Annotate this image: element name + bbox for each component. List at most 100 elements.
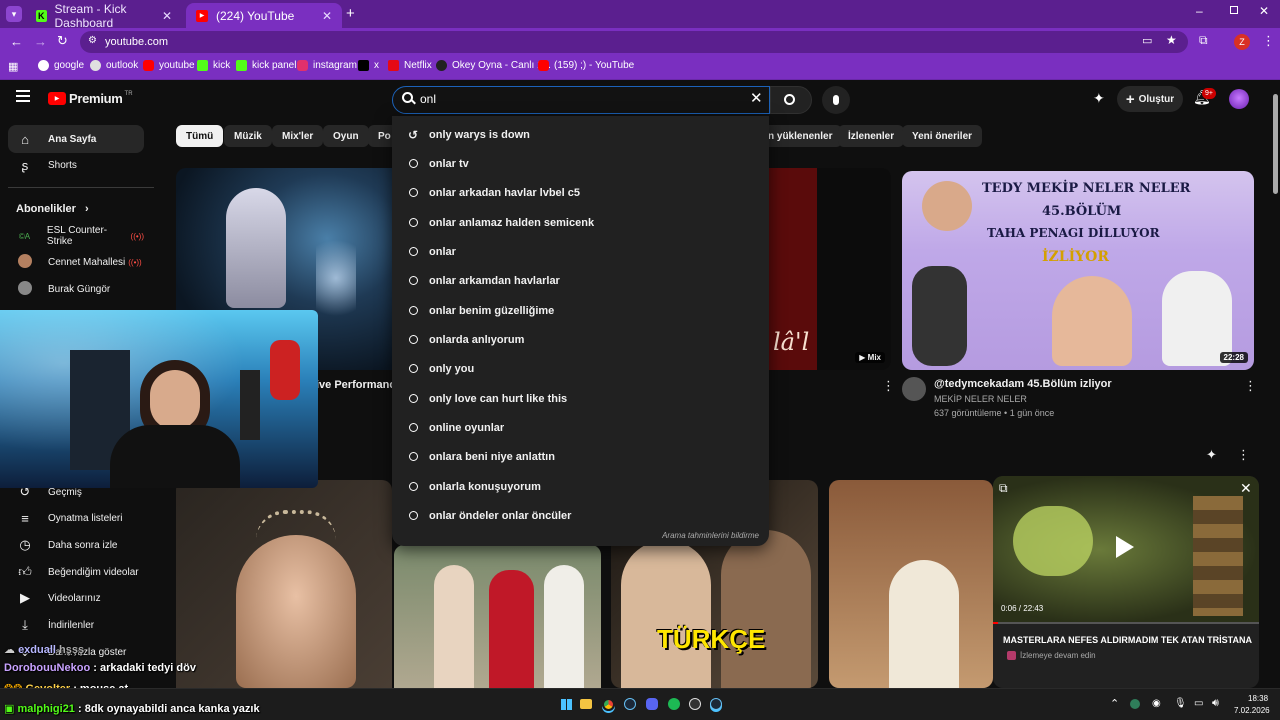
video-thumbnail-mix[interactable]: lâ'l ▶ Mix — [769, 168, 891, 370]
suggestion-item[interactable]: online oyunlar — [392, 413, 769, 442]
suggestion-item[interactable]: onlara beni niye anlattın — [392, 442, 769, 471]
miniplayer-progress[interactable] — [993, 622, 1259, 624]
close-icon[interactable]: ✕ — [162, 9, 172, 23]
suggestion-item[interactable]: onlar anlamaz halden semicenk — [392, 208, 769, 237]
sidebar-item-watch-later[interactable]: ◷ Daha sonra izle — [8, 531, 144, 559]
suggestion-item[interactable]: onlarda anlıyorum — [392, 325, 769, 354]
chip-podcasts[interactable]: Po — [368, 125, 392, 147]
tray-display-icon[interactable]: ▭ — [1194, 698, 1203, 709]
close-icon[interactable]: ✕ — [1240, 480, 1252, 497]
reload-icon[interactable]: ↻ — [57, 33, 68, 49]
bookmark-google[interactable]: google — [38, 60, 84, 71]
tray-volume-icon[interactable]: 🔊︎ — [1212, 697, 1219, 710]
sidebar-item-downloads[interactable]: ⤓ İndirilenler — [8, 611, 144, 639]
youtube-logo[interactable]: ▶ Premium TR — [48, 91, 133, 106]
tab-youtube[interactable]: ▶ (224) YouTube ✕ — [186, 3, 342, 28]
suggestion-item[interactable]: onlar — [392, 237, 769, 266]
suggestion-item[interactable]: ↺ only warys is down — [392, 120, 769, 149]
suggestion-item[interactable]: onlar arkadan havlar lvbel c5 — [392, 178, 769, 207]
discord-icon[interactable] — [646, 698, 658, 710]
extensions-icon[interactable]: ⧉ — [1199, 33, 1208, 48]
suggestion-item[interactable]: onlar arkamdan havlarlar — [392, 266, 769, 295]
start-icon[interactable] — [561, 699, 572, 710]
chip-all[interactable]: Tümü — [176, 125, 224, 147]
video-thumbnail-dresses[interactable] — [394, 545, 601, 688]
address-bar[interactable]: ⚙ youtube.com ▭ ★ — [80, 31, 1188, 53]
apps-grid-icon[interactable]: ▦ — [8, 60, 18, 73]
subscriptions-heading[interactable]: Abonelikler › — [16, 203, 89, 215]
file-explorer-icon[interactable] — [580, 699, 592, 709]
suggestion-item[interactable]: onlar benim güzelliğime — [392, 296, 769, 325]
spotify-icon[interactable] — [668, 698, 680, 710]
cast-gear-icon[interactable]: ✦ — [1093, 90, 1105, 107]
tab-search-button[interactable]: ▾ — [6, 6, 22, 22]
chip-recently-uploaded[interactable]: n yüklenenler — [766, 125, 843, 147]
chip-music[interactable]: Müzik — [224, 125, 272, 147]
suggestion-item[interactable]: onlar öndeler onlar öncüler — [392, 501, 769, 530]
tray-chevron-icon[interactable]: ⌃ — [1110, 697, 1119, 710]
chip-mixes[interactable]: Mix'ler — [272, 125, 324, 147]
bookmark-star-icon[interactable]: ★ — [1166, 33, 1177, 47]
sidebar-item-your-videos[interactable]: ▶ Videolarınız — [8, 584, 144, 612]
video-thumbnail-crown[interactable] — [176, 480, 392, 688]
video-menu-icon[interactable]: ⋮ — [1244, 378, 1257, 394]
expand-icon[interactable]: ⧉ — [999, 481, 1008, 496]
bookmark-instagram[interactable]: instagram — [297, 60, 357, 71]
new-tab-button[interactable]: + — [346, 5, 355, 22]
close-window-icon[interactable]: ✕ — [1259, 4, 1269, 18]
back-icon[interactable]: ← — [10, 34, 23, 49]
hamburger-menu-icon[interactable] — [16, 90, 30, 102]
tray-mic-icon[interactable]: 🎙︎ — [1174, 698, 1187, 709]
shorts-settings-icon[interactable]: ✦ — [1206, 447, 1217, 463]
video-thumbnail-street[interactable] — [829, 480, 993, 688]
report-predictions-link[interactable]: Arama tahminlerini bildirme — [662, 531, 759, 540]
continue-watching[interactable]: İzlemeye devam edin — [1007, 651, 1096, 660]
tab-kick-dashboard[interactable]: K Stream - Kick Dashboard ✕ — [26, 2, 182, 30]
chip-gaming[interactable]: Oyun — [323, 125, 369, 147]
create-button[interactable]: + Oluştur — [1117, 86, 1183, 112]
menu-dots-icon[interactable]: ⋮ — [1262, 33, 1275, 49]
scrollbar-thumb[interactable] — [1273, 94, 1278, 194]
obs-icon[interactable] — [689, 698, 701, 710]
video-menu-icon[interactable]: ⋮ — [882, 378, 895, 394]
sidebar-item-home[interactable]: ⌂ Ana Sayfa — [8, 125, 144, 153]
close-icon[interactable]: ✕ — [322, 9, 332, 23]
tray-app-icon[interactable] — [1130, 699, 1140, 709]
play-icon[interactable] — [1116, 536, 1134, 558]
chip-watched[interactable]: İzlenenler — [838, 125, 905, 147]
video-title[interactable]: ive Performance — [316, 379, 402, 391]
miniplayer[interactable]: ⧉ ✕ 0:06 / 22:43 MASTERLARA NEFES ALDIRM… — [993, 476, 1259, 688]
chip-new-to-you[interactable]: Yeni öneriler — [902, 125, 983, 147]
bookmark-okey[interactable]: Okey Oyna - Canlı 1... — [436, 60, 551, 71]
sidebar-item-liked[interactable]: 👍︎ Beğendiğim videolar — [8, 558, 144, 586]
tray-steam-icon[interactable]: ◉ — [1152, 698, 1161, 709]
miniplayer-title[interactable]: MASTERLARA NEFES ALDIRMADIM TEK ATAN TRİ… — [1003, 635, 1253, 645]
video-title[interactable]: @tedymcekadam 45.Bölüm izliyor — [934, 378, 1112, 390]
bookmark-x[interactable]: x — [358, 60, 379, 71]
minimize-icon[interactable]: – — [1196, 4, 1203, 18]
suggestion-item[interactable]: onlar tv — [392, 149, 769, 178]
video-thumbnail-tedy[interactable]: TEDY MEKİP NELER NELER 45.BÖLÜM TAHA PEN… — [902, 171, 1254, 370]
bookmark-youtube-159[interactable]: (159) ;) - YouTube — [538, 60, 634, 71]
account-avatar[interactable] — [1229, 89, 1249, 109]
section-menu-icon[interactable]: ⋮ — [1237, 447, 1250, 463]
page-scrollbar[interactable] — [1272, 80, 1280, 688]
steam-icon[interactable] — [710, 698, 722, 710]
suggestion-item[interactable]: only you — [392, 354, 769, 383]
clock-date[interactable]: 7.02.2026 — [1234, 706, 1270, 715]
bookmark-youtube[interactable]: youtube — [143, 60, 195, 71]
suggestion-item[interactable]: only love can hurt like this — [392, 384, 769, 413]
maximize-icon[interactable] — [1230, 6, 1238, 14]
suggestion-item[interactable]: onlarla konuşuyorum — [392, 472, 769, 501]
bookmark-kick-panel[interactable]: kick panel — [236, 60, 296, 71]
search-input[interactable] — [420, 90, 740, 108]
chrome-icon[interactable] — [602, 698, 615, 711]
video-channel[interactable]: MEKİP NELER NELER — [934, 394, 1027, 404]
sidebar-item-playlists[interactable]: ≡ Oynatma listeleri — [8, 504, 144, 532]
sidebar-sub-esl[interactable]: ©A ESL Counter-Strike ((•)) — [8, 222, 144, 250]
sidebar-sub-burak[interactable]: Burak Güngör — [8, 275, 144, 303]
voice-search-button[interactable] — [822, 86, 850, 114]
sidebar-item-shorts[interactable]: ʂ Shorts — [8, 151, 144, 179]
bookmark-netflix[interactable]: Netflix — [388, 60, 432, 71]
bookmark-kick[interactable]: kick — [197, 60, 230, 71]
